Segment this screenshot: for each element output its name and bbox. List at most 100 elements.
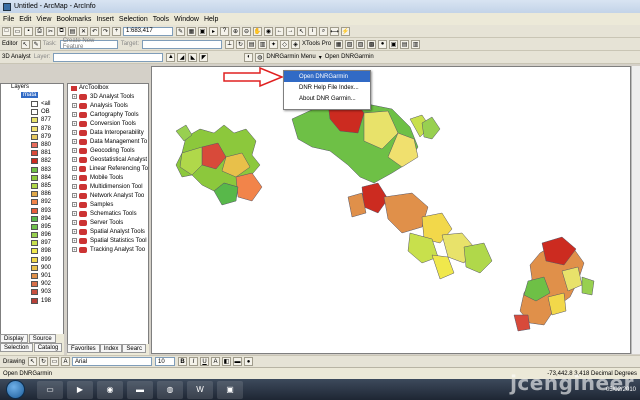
tab-catalog[interactable]: Catalog: [33, 343, 63, 352]
toolbox-item[interactable]: + Conversion Tools: [68, 119, 148, 128]
line-color-icon[interactable]: ▬: [233, 357, 243, 366]
xtools-menu[interactable]: XTools Pro: [302, 41, 331, 47]
xtools-tool7-icon[interactable]: ▤: [400, 39, 410, 49]
full-extent-icon[interactable]: ◉: [264, 26, 273, 36]
toolbox-item[interactable]: + Data Interoperability: [68, 128, 148, 137]
toolbox-item[interactable]: + Linear Referencing To: [68, 164, 148, 173]
legend-swatch[interactable]: [31, 199, 38, 206]
font-dropdown[interactable]: Arial: [72, 357, 153, 366]
toolbox-item[interactable]: + Schematics Tools: [68, 209, 148, 218]
font-size-dropdown[interactable]: 10: [155, 357, 176, 366]
undo-icon[interactable]: ↶: [90, 26, 99, 36]
legend-swatch[interactable]: [31, 182, 38, 189]
legend-swatch[interactable]: [31, 101, 38, 108]
toolbox-item[interactable]: + Multidimension Tool: [68, 182, 148, 191]
toolbox-item[interactable]: + Samples: [68, 200, 148, 209]
word-icon[interactable]: W: [187, 380, 213, 399]
arcmap-task-icon[interactable]: ◍: [157, 380, 183, 399]
start-button[interactable]: [6, 380, 25, 399]
task-dropdown[interactable]: Create New Feature: [59, 38, 118, 50]
legend-swatch[interactable]: [31, 150, 38, 157]
hyperlink-icon[interactable]: ⚡: [341, 26, 350, 36]
expand-icon[interactable]: +: [72, 229, 77, 234]
menu-item-help-index[interactable]: DNR Help File Index...: [284, 82, 370, 93]
save-icon[interactable]: ▪: [24, 26, 33, 36]
expand-icon[interactable]: +: [72, 220, 77, 225]
menu-item-open-dnrgarmin[interactable]: Open DNRGarmin: [284, 71, 370, 82]
xtools-tool5-icon[interactable]: ●: [378, 39, 388, 49]
tab-source[interactable]: Source: [28, 334, 56, 343]
tab-selection[interactable]: Selection: [0, 343, 33, 352]
cut-icon[interactable]: ✂: [46, 26, 55, 36]
tab-index[interactable]: Index: [99, 344, 123, 353]
media-player-icon[interactable]: ▶: [67, 380, 93, 399]
legend-swatch[interactable]: [31, 232, 38, 239]
arctoolbox-root[interactable]: ArcToolbox: [68, 84, 148, 92]
monitor-icon[interactable]: ▣: [217, 380, 243, 399]
expand-icon[interactable]: +: [72, 193, 77, 198]
legend-swatch[interactable]: [31, 133, 38, 140]
new-icon[interactable]: □: [2, 26, 11, 36]
chevron-down-icon[interactable]: ▾: [319, 54, 322, 61]
layer-mata[interactable]: mata: [1, 92, 63, 100]
legend-swatch[interactable]: [31, 166, 38, 173]
toolbox-item[interactable]: + Geostatistical Analyst: [68, 155, 148, 164]
expand-icon[interactable]: +: [72, 211, 77, 216]
expand-icon[interactable]: +: [72, 121, 77, 126]
menu-insert[interactable]: Insert: [96, 16, 114, 23]
xtools-tool4-icon[interactable]: ▩: [367, 39, 377, 49]
text-tool-icon[interactable]: A: [61, 357, 71, 366]
layers-root[interactable]: Layers: [1, 84, 63, 92]
legend-swatch[interactable]: [31, 273, 38, 280]
legend-swatch[interactable]: [31, 191, 38, 198]
legend-swatch[interactable]: [31, 223, 38, 230]
menu-file[interactable]: File: [3, 16, 14, 23]
target-dropdown[interactable]: [142, 39, 223, 49]
legend-swatch[interactable]: [31, 142, 38, 149]
layer-dropdown[interactable]: [53, 52, 164, 62]
back-extent-icon[interactable]: ←: [275, 26, 284, 36]
zoom-in-icon[interactable]: ⊕: [231, 26, 240, 36]
toolbox-icon[interactable]: ▣: [198, 26, 207, 36]
folder-icon[interactable]: ▬: [127, 380, 153, 399]
toolbox-item[interactable]: + Tracking Analyst Too: [68, 245, 148, 254]
command-line-icon[interactable]: ▸: [209, 26, 218, 36]
menu-bookmarks[interactable]: Bookmarks: [56, 16, 91, 23]
rotate-element-icon[interactable]: ↻: [39, 357, 49, 366]
expand-icon[interactable]: +: [72, 112, 77, 117]
underline-icon[interactable]: U: [200, 357, 210, 366]
expand-icon[interactable]: +: [72, 175, 77, 180]
legend-swatch[interactable]: [31, 125, 38, 132]
split-icon[interactable]: ⟂: [225, 39, 235, 49]
find-icon[interactable]: ⌕: [319, 26, 328, 36]
toolbox-item[interactable]: + Spatial Analyst Tools: [68, 227, 148, 236]
expand-icon[interactable]: +: [72, 148, 77, 153]
3d-tool3-icon[interactable]: ◣: [188, 52, 198, 62]
xtools-tool6-icon[interactable]: ▣: [389, 39, 399, 49]
menu-selection[interactable]: Selection: [119, 16, 148, 23]
attributes-icon[interactable]: ▤: [247, 39, 257, 49]
tab-display[interactable]: Display: [0, 334, 28, 343]
marker-color-icon[interactable]: ●: [244, 357, 254, 366]
select-icon[interactable]: ↖: [297, 26, 306, 36]
expand-icon[interactable]: +: [72, 247, 77, 252]
legend-swatch[interactable]: [31, 248, 38, 255]
legend-swatch[interactable]: [31, 109, 38, 116]
expand-icon[interactable]: +: [72, 238, 77, 243]
3d-tool1-icon[interactable]: ▲: [166, 52, 176, 62]
menu-help[interactable]: Help: [204, 16, 218, 23]
editor-menu[interactable]: Editor: [2, 41, 18, 47]
firefox-icon[interactable]: ◉: [97, 380, 123, 399]
legend-swatch[interactable]: [31, 117, 38, 124]
add-data-icon[interactable]: +: [112, 26, 121, 36]
open-dnrgarmin-button[interactable]: Open DNRGarmin: [325, 54, 374, 60]
toolbox-item[interactable]: + Geocoding Tools: [68, 146, 148, 155]
catalog-icon[interactable]: ▦: [187, 26, 196, 36]
dnrgarmin-icon[interactable]: ◐: [244, 52, 254, 62]
identify-icon[interactable]: i: [308, 26, 317, 36]
paste-icon[interactable]: ▤: [68, 26, 77, 36]
redo-icon[interactable]: ↷: [101, 26, 110, 36]
3d-tool2-icon[interactable]: ◢: [177, 52, 187, 62]
toolbox-item[interactable]: + Spatial Statistics Tool: [68, 236, 148, 245]
help-icon[interactable]: ?: [220, 26, 229, 36]
